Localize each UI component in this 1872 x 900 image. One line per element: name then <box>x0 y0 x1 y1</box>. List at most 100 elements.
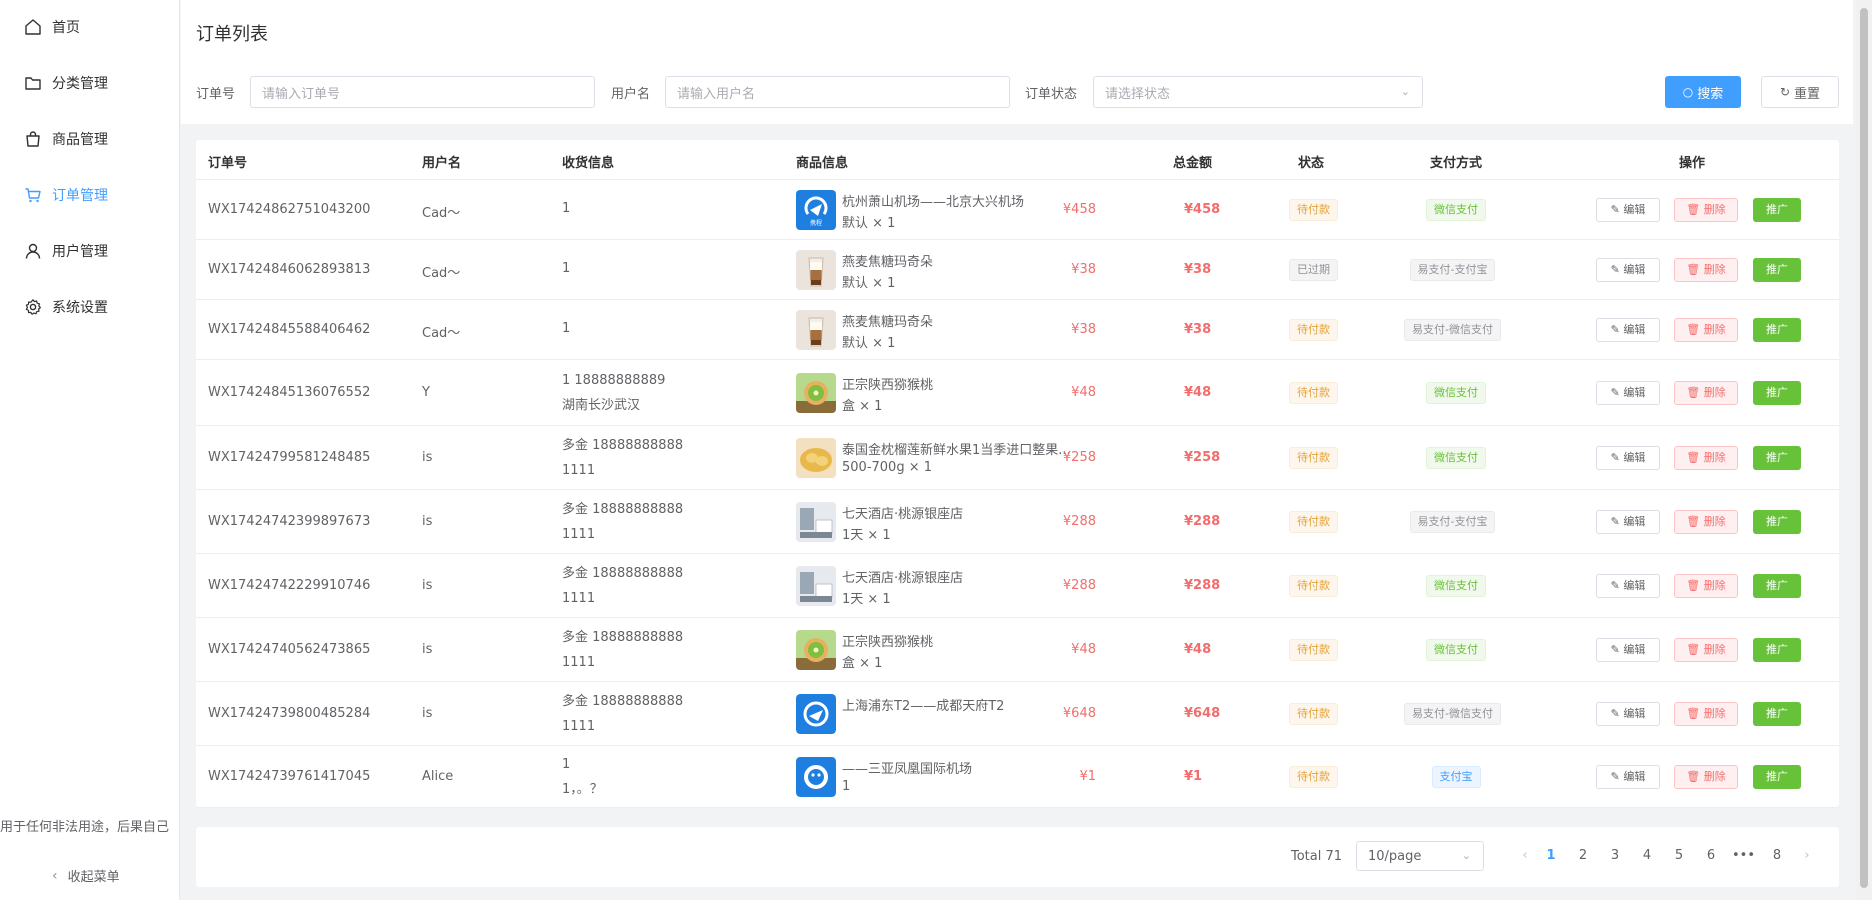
delete-button-label: 删除 <box>1703 579 1726 592</box>
delete-button[interactable]: 🗑 删除 <box>1674 702 1738 726</box>
promote-button[interactable]: 推广 <box>1753 574 1801 598</box>
table-row: WX17424846062893813 Cad～ 1 燕麦焦糖玛奇朵 默认 × 1 ¥38… <box>196 240 1839 300</box>
product-name: 正宗陕西猕猴桃 <box>842 635 934 650</box>
edit-button[interactable]: ✎ 编辑 <box>1596 765 1660 789</box>
promote-button[interactable]: 推广 <box>1753 198 1801 222</box>
page-number[interactable]: 6 <box>1700 848 1722 863</box>
promote-button[interactable]: 推广 <box>1753 702 1801 726</box>
promote-button[interactable]: 推广 <box>1753 381 1801 405</box>
sidebar-item-category[interactable]: 分类管理 <box>0 65 180 101</box>
edit-button-label: 编辑 <box>1623 451 1646 464</box>
delete-button[interactable]: 🗑 删除 <box>1674 381 1738 405</box>
status-select[interactable]: 请选择状态 ⌄ <box>1093 76 1423 108</box>
promote-button[interactable]: 推广 <box>1753 510 1801 534</box>
edit-icon: ✎ <box>1610 323 1624 336</box>
shipping-info: 多金 18888888888 1111 <box>562 433 683 483</box>
edit-button[interactable]: ✎ 编辑 <box>1596 198 1660 222</box>
promote-button[interactable]: 推广 <box>1753 446 1801 470</box>
search-button[interactable]: ○ 搜索 <box>1665 76 1741 108</box>
payment-method-badge: 微信支付 <box>1426 447 1486 469</box>
product-thumbnail <box>796 694 836 734</box>
edit-button[interactable]: ✎ 编辑 <box>1596 258 1660 282</box>
sidebar: 首页 分类管理 商品管理 订单管理 用户管理 系统设置 用于任何非法用途，后果自… <box>0 0 180 900</box>
delete-button[interactable]: 🗑 删除 <box>1674 446 1738 470</box>
delete-button[interactable]: 🗑 删除 <box>1674 574 1738 598</box>
promote-button-label: 推广 <box>1766 451 1788 464</box>
sidebar-item-users[interactable]: 用户管理 <box>0 233 180 269</box>
shipping-line-2: 1111 <box>562 719 596 734</box>
page-size-select[interactable]: 10/page ⌄ <box>1356 841 1484 871</box>
sidebar-item-label: 首页 <box>52 20 80 36</box>
page-number[interactable]: 2 <box>1572 848 1594 863</box>
edit-button[interactable]: ✎ 编辑 <box>1596 574 1660 598</box>
edit-button-label: 编辑 <box>1623 386 1646 399</box>
chevron-left-icon: ‹ <box>52 867 58 884</box>
promote-button[interactable]: 推广 <box>1753 318 1801 342</box>
username: is <box>422 514 433 529</box>
page-number[interactable]: 3 <box>1604 848 1626 863</box>
delete-button-label: 删除 <box>1703 203 1726 216</box>
product-spec: 1天 × 1 <box>842 528 891 543</box>
delete-button[interactable]: 🗑 删除 <box>1674 258 1738 282</box>
unit-price: ¥458 <box>1062 202 1096 217</box>
sidebar-item-orders[interactable]: 订单管理 <box>0 177 180 213</box>
delete-button[interactable]: 🗑 删除 <box>1674 198 1738 222</box>
edit-button[interactable]: ✎ 编辑 <box>1596 510 1660 534</box>
trash-icon: 🗑 <box>1686 579 1704 592</box>
delete-button[interactable]: 🗑 删除 <box>1674 765 1738 789</box>
edit-button[interactable]: ✎ 编辑 <box>1596 638 1660 662</box>
unit-price: ¥38 <box>1071 322 1096 337</box>
unit-price: ¥288 <box>1062 514 1096 529</box>
scrollbar[interactable] <box>1856 0 1872 900</box>
page-number[interactable]: 8 <box>1766 848 1788 863</box>
promote-button[interactable]: 推广 <box>1753 258 1801 282</box>
sidebar-item-products[interactable]: 商品管理 <box>0 121 180 157</box>
edit-icon: ✎ <box>1610 770 1624 783</box>
sidebar-item-home[interactable]: 首页 <box>0 9 180 45</box>
delete-button[interactable]: 🗑 删除 <box>1674 510 1738 534</box>
page-ellipsis[interactable]: ••• <box>1732 848 1755 863</box>
folder-icon <box>24 74 42 92</box>
edit-button[interactable]: ✎ 编辑 <box>1596 702 1660 726</box>
home-icon <box>24 18 42 36</box>
product-spec: 盒 × 1 <box>842 399 883 414</box>
product-thumbnail <box>796 373 836 413</box>
trash-icon: 🗑 <box>1686 451 1704 464</box>
edit-button[interactable]: ✎ 编辑 <box>1596 318 1660 342</box>
next-page-button[interactable]: › <box>1796 848 1818 863</box>
page-number[interactable]: 5 <box>1668 848 1690 863</box>
page-size-value: 10/page <box>1368 848 1422 864</box>
unit-price: ¥1 <box>1079 769 1096 784</box>
edit-button-label: 编辑 <box>1623 770 1646 783</box>
username-input[interactable]: 请输入用户名 <box>665 76 1010 108</box>
sidebar-item-settings[interactable]: 系统设置 <box>0 289 180 325</box>
scrollbar-thumb[interactable] <box>1860 8 1868 888</box>
promote-button[interactable]: 推广 <box>1753 638 1801 662</box>
delete-button[interactable]: 🗑 删除 <box>1674 318 1738 342</box>
reset-button[interactable]: ↻ 重置 <box>1761 76 1839 108</box>
unit-price: ¥48 <box>1071 385 1096 400</box>
delete-button[interactable]: 🗑 删除 <box>1674 638 1738 662</box>
product-thumbnail <box>796 630 836 670</box>
pagination-total: Total 71 <box>1291 849 1343 864</box>
edit-button[interactable]: ✎ 编辑 <box>1596 381 1660 405</box>
edit-button[interactable]: ✎ 编辑 <box>1596 446 1660 470</box>
edit-button-label: 编辑 <box>1623 643 1646 656</box>
shipping-line-1: 1 18888888889 <box>562 373 666 388</box>
prev-page-button[interactable]: ‹ <box>1514 848 1536 863</box>
order-no-input[interactable]: 请输入订单号 <box>250 76 595 108</box>
shipping-line-2: 1111 <box>562 655 596 670</box>
page-number[interactable]: 1 <box>1540 848 1562 863</box>
page-number[interactable]: 4 <box>1636 848 1658 863</box>
shipping-line-1: 多金 18888888888 <box>562 630 684 645</box>
search-panel: 订单列表 订单号 请输入订单号 用户名 请输入用户名 订单状态 请选择状态 ⌄ … <box>181 0 1853 124</box>
collapse-menu-button[interactable]: ‹ 收起菜单 <box>52 866 120 886</box>
status-label: 订单状态 <box>1025 87 1078 102</box>
product-spec: 默认 × 1 <box>842 216 896 231</box>
promote-button[interactable]: 推广 <box>1753 765 1801 789</box>
order-no: WX17424739800485284 <box>208 706 371 721</box>
promote-button-label: 推广 <box>1766 323 1788 336</box>
shipping-line-2: 湖南长沙武汉 <box>562 398 641 413</box>
edit-icon: ✎ <box>1610 451 1624 464</box>
product-spec: 默认 × 1 <box>842 276 896 291</box>
